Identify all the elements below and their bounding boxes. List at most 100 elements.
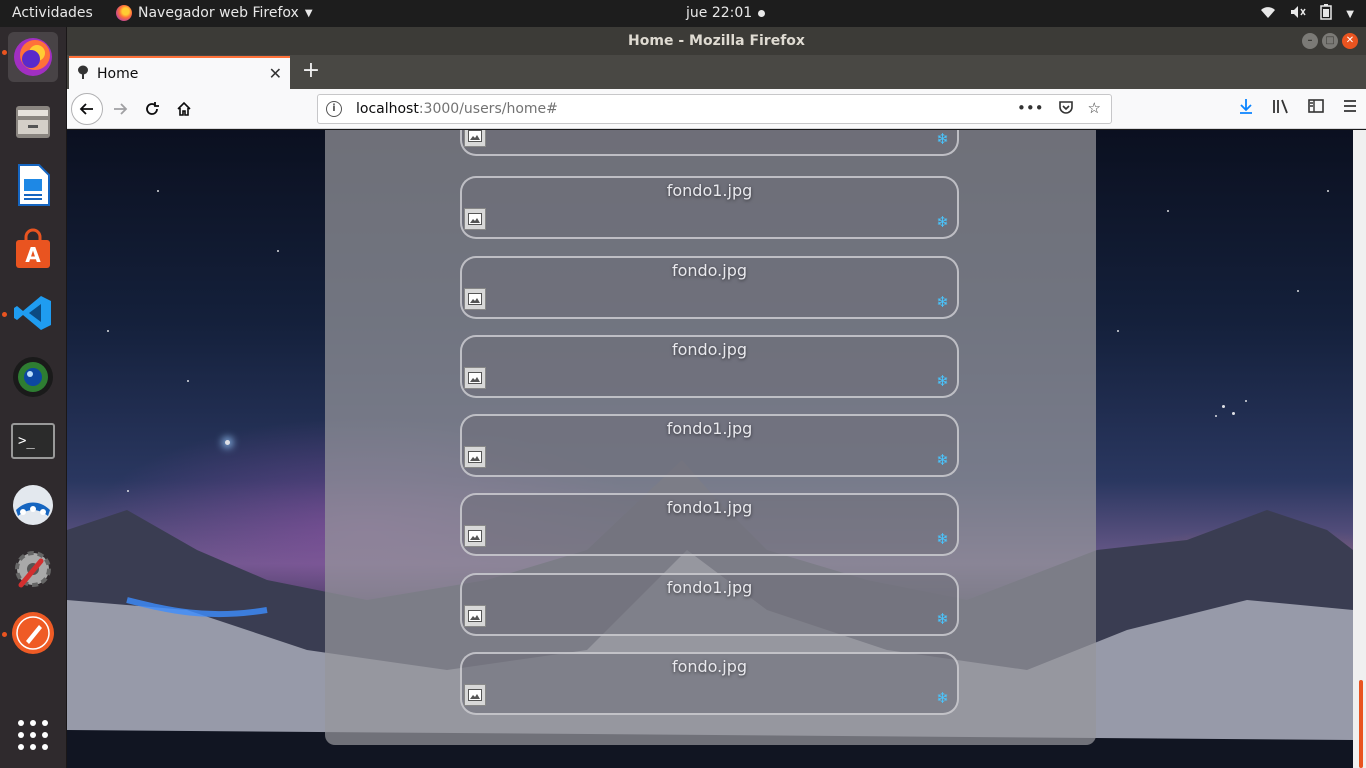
file-card[interactable]: fondo.jpg ❄	[460, 335, 959, 398]
snowflake-icon[interactable]: ❄	[936, 374, 949, 389]
tab-home[interactable]: Home ✕	[69, 56, 290, 89]
snowflake-icon[interactable]: ❄	[936, 295, 949, 310]
snowflake-icon[interactable]: ❄	[936, 612, 949, 627]
back-button[interactable]	[71, 93, 103, 125]
hamburger-menu-icon[interactable]	[1342, 98, 1358, 118]
broken-image-icon	[464, 130, 486, 147]
file-name: fondo.jpg	[671, 340, 748, 359]
app-grid-icon	[18, 720, 48, 750]
window-titlebar[interactable]: Home - Mozilla Firefox – □ ✕	[67, 27, 1366, 55]
broken-image-icon	[464, 446, 486, 468]
file-card[interactable]: fondo1.jpg ❄	[460, 573, 959, 636]
top-panel: Actividades Navegador web Firefox ▼ jue …	[0, 0, 1366, 27]
navigation-toolbar: i localhost:3000/users/home# ••• ☆	[67, 89, 1366, 129]
file-cabinet-icon	[16, 106, 50, 138]
file-card[interactable]: fondo.jpg ❄	[460, 256, 959, 319]
bookmark-star-icon[interactable]: ☆	[1088, 99, 1101, 119]
dock-vscode[interactable]	[8, 288, 58, 338]
close-tab-icon[interactable]: ✕	[269, 64, 282, 83]
snowflake-icon[interactable]: ❄	[936, 691, 949, 706]
firefox-icon	[14, 38, 52, 76]
dock-software-center[interactable]: A	[8, 224, 58, 274]
dock-postman[interactable]	[8, 608, 58, 658]
library-icon[interactable]	[1272, 98, 1290, 118]
file-name: fondo1.jpg	[666, 419, 753, 438]
snowflake-icon[interactable]: ❄	[936, 453, 949, 468]
file-card[interactable]: fondo.jpg ❄	[460, 652, 959, 715]
arrow-left-icon	[79, 103, 93, 115]
battery-icon	[1320, 4, 1333, 24]
site-info-icon[interactable]: i	[326, 101, 342, 117]
file-name: fondo1.jpg	[666, 181, 753, 200]
clock-label: jue 22:01	[686, 5, 753, 21]
scrollbar-thumb[interactable]	[1359, 680, 1363, 768]
close-window-button[interactable]: ✕	[1342, 33, 1358, 49]
file-card[interactable]: ❄	[460, 130, 959, 156]
video-editor-icon	[13, 485, 53, 525]
broken-image-icon	[464, 605, 486, 627]
broken-image-icon	[464, 208, 486, 230]
url-bar[interactable]: i localhost:3000/users/home# ••• ☆	[317, 94, 1112, 124]
broken-image-icon	[464, 288, 486, 310]
camera-lens-icon	[13, 357, 53, 397]
chevron-down-icon: ▼	[304, 7, 313, 19]
running-indicator	[2, 50, 7, 55]
terminal-icon: >_	[11, 423, 55, 459]
wifi-icon	[1260, 5, 1276, 23]
file-name: fondo1.jpg	[666, 578, 753, 597]
pocket-icon[interactable]	[1058, 99, 1074, 119]
app-menu[interactable]: Navegador web Firefox ▼	[116, 5, 313, 21]
home-icon	[177, 101, 191, 116]
snowflake-icon[interactable]: ❄	[936, 132, 949, 147]
file-card[interactable]: fondo1.jpg ❄	[460, 493, 959, 556]
dock-terminal[interactable]: >_	[8, 416, 58, 466]
running-indicator	[2, 632, 7, 637]
shopping-bag-icon: A	[16, 228, 50, 268]
show-applications-button[interactable]	[8, 710, 58, 760]
home-button[interactable]	[168, 93, 200, 125]
activities-button[interactable]: Actividades	[12, 5, 93, 21]
vscode-icon	[14, 296, 51, 330]
dock-openshot[interactable]	[8, 480, 58, 530]
tab-title: Home	[97, 65, 139, 82]
broken-image-icon	[464, 684, 486, 706]
new-tab-button[interactable]: +	[297, 58, 325, 86]
svg-text:>_: >_	[18, 433, 35, 449]
page-viewport[interactable]: ❄ fondo1.jpg ❄ fondo.jpg ❄ fondo.jpg ❄ f…	[67, 130, 1353, 768]
tab-strip: Home ✕ +	[67, 55, 1366, 89]
page-actions-icon[interactable]: •••	[1017, 99, 1044, 119]
clock[interactable]: jue 22:01	[686, 5, 766, 21]
page-scrollbar[interactable]	[1353, 130, 1366, 768]
postman-icon	[12, 612, 54, 654]
dock: A >_	[0, 27, 67, 768]
tab-favicon-icon	[77, 65, 89, 83]
downloads-icon[interactable]	[1238, 98, 1254, 118]
document-writer-icon	[18, 164, 50, 206]
file-name: fondo.jpg	[671, 261, 748, 280]
dock-firefox[interactable]	[8, 32, 58, 82]
app-menu-label: Navegador web Firefox	[138, 5, 299, 21]
file-card[interactable]: fondo1.jpg ❄	[460, 176, 959, 239]
dock-settings[interactable]	[8, 544, 58, 594]
file-name: fondo1.jpg	[666, 498, 753, 517]
status-menu[interactable]: ▼	[1260, 4, 1354, 24]
dock-writer[interactable]	[8, 160, 58, 210]
forward-button[interactable]	[104, 93, 136, 125]
running-indicator	[2, 312, 7, 317]
file-name: fondo.jpg	[671, 657, 748, 676]
url-host: localhost	[356, 101, 419, 117]
minimize-button[interactable]: –	[1302, 33, 1318, 49]
snowflake-icon[interactable]: ❄	[936, 215, 949, 230]
dock-camera[interactable]	[8, 352, 58, 402]
reload-button[interactable]	[136, 93, 168, 125]
files-panel: ❄ fondo1.jpg ❄ fondo.jpg ❄ fondo.jpg ❄ f…	[325, 130, 1096, 745]
dock-files[interactable]	[8, 96, 58, 146]
firefox-icon	[116, 5, 132, 21]
volume-muted-icon	[1290, 5, 1306, 23]
file-card[interactable]: fondo1.jpg ❄	[460, 414, 959, 477]
arrow-right-icon	[114, 103, 128, 115]
maximize-button[interactable]: □	[1322, 33, 1338, 49]
snowflake-icon[interactable]: ❄	[936, 532, 949, 547]
chevron-down-icon: ▼	[1346, 8, 1354, 20]
sidebar-toggle-icon[interactable]	[1308, 98, 1324, 118]
